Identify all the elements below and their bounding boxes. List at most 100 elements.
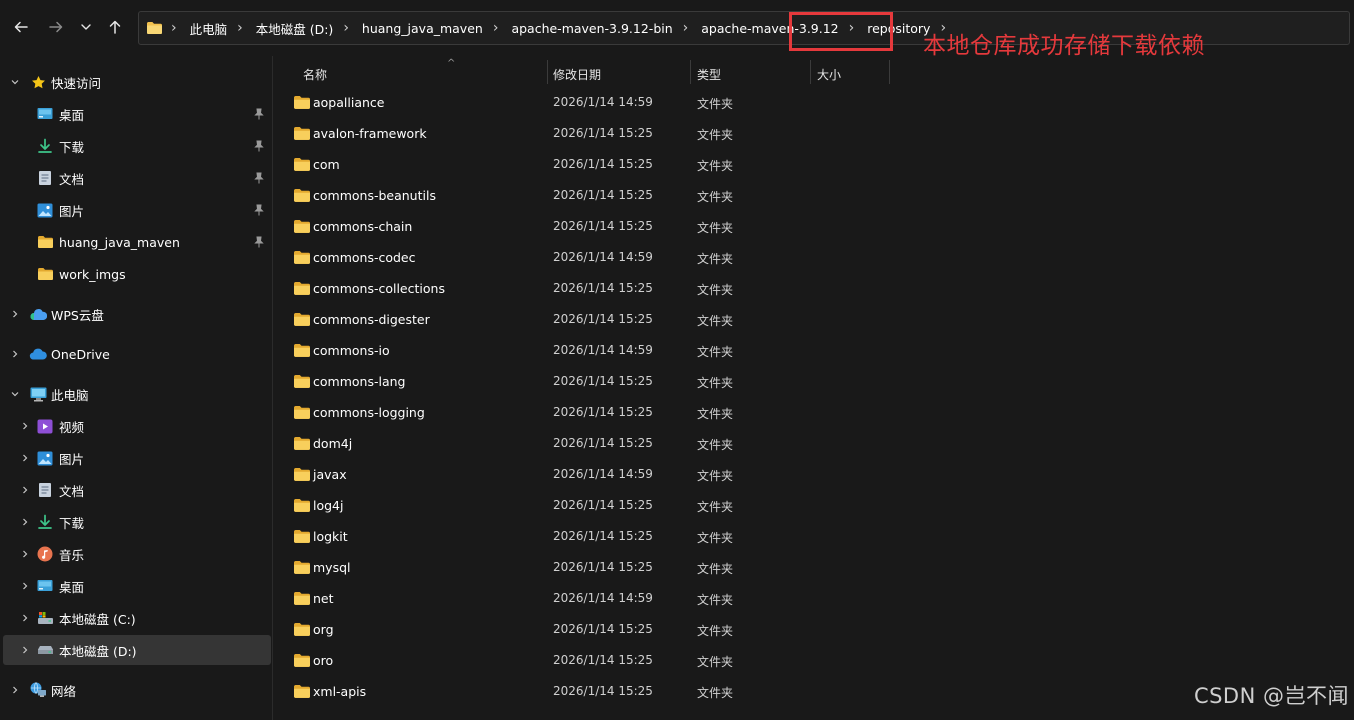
sidebar-item-label: 此电脑	[51, 387, 89, 403]
cloud-icon	[29, 305, 47, 323]
breadcrumb-huang-java-maven[interactable]: huang_java_maven ›	[354, 12, 504, 44]
sidebar-item-label: 图片	[59, 451, 85, 467]
chevron-down-icon[interactable]	[8, 387, 22, 401]
chevron-right-icon[interactable]	[8, 307, 22, 321]
file-row[interactable]: commons-io 2026/1/14 14:59 文件夹	[274, 336, 890, 367]
sidebar-item-quick-access[interactable]: 快速访问	[3, 67, 271, 97]
breadcrumb-separator[interactable]: ›	[163, 12, 182, 44]
sidebar-item-pc-desktop[interactable]: 桌面	[3, 571, 271, 601]
sidebar-item-music[interactable]: 音乐	[3, 539, 271, 569]
column-header-name[interactable]: 名称 ^	[303, 58, 549, 88]
sidebar-item-pc-documents[interactable]: 文档	[3, 475, 271, 505]
sidebar-item-label: 下载	[59, 515, 85, 531]
sidebar-item-label: 视频	[59, 419, 85, 435]
file-row[interactable]: javax 2026/1/14 14:59 文件夹	[274, 460, 890, 491]
column-divider[interactable]	[690, 60, 691, 84]
file-row[interactable]: commons-collections 2026/1/14 15:25 文件夹	[274, 274, 890, 305]
file-type: 文件夹	[697, 252, 734, 266]
breadcrumb-this-pc[interactable]: 此电脑 ›	[182, 12, 248, 44]
file-name: mysql	[313, 560, 351, 575]
file-row[interactable]: oro 2026/1/14 15:25 文件夹	[274, 646, 890, 677]
sidebar-item-wps-cloud[interactable]: WPS云盘	[3, 299, 271, 329]
file-row[interactable]: commons-digester 2026/1/14 15:25 文件夹	[274, 305, 890, 336]
file-row[interactable]: commons-chain 2026/1/14 15:25 文件夹	[274, 212, 890, 243]
sidebar-item-videos[interactable]: 视频	[3, 411, 271, 441]
chevron-right-icon[interactable]	[8, 347, 22, 361]
folder-icon	[293, 95, 311, 111]
breadcrumb-label: 本地磁盘 (D:)	[255, 21, 334, 37]
sidebar-item-label: 快速访问	[51, 75, 102, 91]
forward-button[interactable]	[42, 12, 70, 42]
network-icon	[29, 681, 47, 699]
column-divider[interactable]	[810, 60, 811, 84]
file-row[interactable]: aopalliance 2026/1/14 14:59 文件夹	[274, 88, 890, 119]
column-header-size[interactable]: 大小	[817, 60, 887, 88]
file-row[interactable]: xml-apis 2026/1/14 15:25 文件夹	[274, 677, 890, 708]
chevron-right-icon[interactable]	[8, 683, 22, 697]
sidebar-item-work-imgs[interactable]: work_imgs	[3, 259, 271, 289]
file-name: commons-io	[313, 343, 390, 358]
up-button[interactable]	[101, 12, 129, 42]
file-row[interactable]: commons-codec 2026/1/14 14:59 文件夹	[274, 243, 890, 274]
file-name: javax	[313, 467, 347, 482]
folder-icon	[293, 157, 311, 173]
file-name: commons-codec	[313, 250, 416, 265]
file-row[interactable]: log4j 2026/1/14 15:25 文件夹	[274, 491, 890, 522]
star-icon	[29, 73, 47, 91]
file-row[interactable]: commons-beanutils 2026/1/14 15:25 文件夹	[274, 181, 890, 212]
pin-icon	[253, 139, 265, 153]
file-type: 文件夹	[697, 97, 734, 111]
column-header-label: 名称	[303, 67, 328, 82]
chevron-right-icon[interactable]	[18, 611, 32, 625]
chevron-right-icon[interactable]	[18, 515, 32, 529]
sidebar-item-huang-java-maven[interactable]: huang_java_maven	[3, 227, 271, 257]
breadcrumb-maven[interactable]: apache-maven-3.9.12 ›	[693, 12, 859, 44]
file-row[interactable]: commons-lang 2026/1/14 15:25 文件夹	[274, 367, 890, 398]
sidebar-item-documents[interactable]: 文档	[3, 163, 271, 193]
sidebar-item-network[interactable]: 网络	[3, 675, 271, 705]
breadcrumb-drive-d[interactable]: 本地磁盘 (D:) ›	[248, 12, 354, 44]
chevron-right-icon[interactable]	[18, 547, 32, 561]
sidebar-item-desktop[interactable]: 桌面	[3, 99, 271, 129]
chevron-right-icon[interactable]	[18, 483, 32, 497]
file-row[interactable]: net 2026/1/14 14:59 文件夹	[274, 584, 890, 615]
sidebar-item-pictures[interactable]: 图片	[3, 195, 271, 225]
chevron-right-icon[interactable]	[18, 419, 32, 433]
chevron-right-icon[interactable]	[18, 643, 32, 657]
file-row[interactable]: dom4j 2026/1/14 15:25 文件夹	[274, 429, 890, 460]
column-divider[interactable]	[889, 60, 890, 84]
sidebar-item-onedrive[interactable]: OneDrive	[3, 339, 271, 369]
file-row[interactable]: commons-logging 2026/1/14 15:25 文件夹	[274, 398, 890, 429]
sidebar-item-label: 本地磁盘 (D:)	[59, 643, 137, 659]
sidebar-item-pc-pictures[interactable]: 图片	[3, 443, 271, 473]
sidebar-item-drive-d[interactable]: 本地磁盘 (D:)	[3, 635, 271, 665]
breadcrumb-maven-bin[interactable]: apache-maven-3.9.12-bin ›	[503, 12, 693, 44]
file-row[interactable]: avalon-framework 2026/1/14 15:25 文件夹	[274, 119, 890, 150]
file-row[interactable]: com 2026/1/14 15:25 文件夹	[274, 150, 890, 181]
column-header-modified[interactable]: 修改日期	[553, 60, 693, 88]
arrow-up-icon	[109, 20, 121, 34]
chevron-right-icon[interactable]	[18, 451, 32, 465]
sidebar-item-this-pc[interactable]: 此电脑	[3, 379, 271, 409]
folder-icon	[293, 219, 311, 235]
recent-locations-button[interactable]	[72, 12, 100, 42]
drive-c-icon	[36, 609, 54, 627]
column-header-type[interactable]: 类型	[697, 60, 807, 88]
chevron-right-icon[interactable]	[18, 579, 32, 593]
sidebar-item-drive-c[interactable]: 本地磁盘 (C:)	[3, 603, 271, 633]
folder-icon	[293, 312, 311, 328]
file-row[interactable]: mysql 2026/1/14 15:25 文件夹	[274, 553, 890, 584]
file-type: 文件夹	[697, 376, 734, 390]
sidebar-item-label: 桌面	[59, 107, 85, 123]
column-divider[interactable]	[547, 60, 548, 84]
file-row[interactable]: logkit 2026/1/14 15:25 文件夹	[274, 522, 890, 553]
chevron-down-icon[interactable]	[8, 75, 22, 89]
folder-icon	[293, 529, 311, 545]
sidebar-item-pc-downloads[interactable]: 下载	[3, 507, 271, 537]
breadcrumb-label: huang_java_maven	[361, 20, 483, 36]
chevron-down-icon	[81, 24, 91, 30]
file-type: 文件夹	[697, 190, 734, 204]
back-button[interactable]	[7, 12, 35, 42]
file-row[interactable]: org 2026/1/14 15:25 文件夹	[274, 615, 890, 646]
sidebar-item-downloads[interactable]: 下载	[3, 131, 271, 161]
